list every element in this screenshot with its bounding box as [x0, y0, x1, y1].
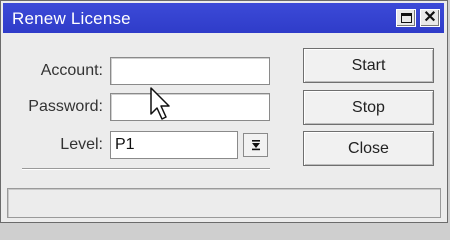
maximize-icon: [400, 13, 412, 23]
renew-license-window: Renew License ✕ Account: Password: Level…: [0, 0, 448, 223]
close-icon: ✕: [423, 8, 437, 26]
title-bar[interactable]: Renew License ✕: [3, 3, 444, 33]
close-window-button[interactable]: ✕: [420, 9, 440, 27]
account-label: Account:: [40, 62, 103, 79]
maximize-button[interactable]: [396, 9, 416, 27]
stop-button[interactable]: Stop: [303, 90, 434, 125]
password-label: Password:: [28, 98, 103, 115]
level-select[interactable]: P1: [110, 131, 270, 159]
dropdown-arrow-icon: [251, 140, 260, 151]
password-field[interactable]: [110, 93, 270, 121]
status-bar: [7, 188, 441, 218]
level-label: Level:: [60, 136, 103, 153]
account-field[interactable]: [110, 57, 270, 85]
form-divider: [22, 168, 270, 170]
level-select-value[interactable]: P1: [110, 131, 238, 159]
level-dropdown-button[interactable]: [243, 133, 268, 157]
close-button[interactable]: Close: [303, 131, 434, 166]
start-button[interactable]: Start: [303, 48, 434, 83]
window-title: Renew License: [12, 9, 131, 28]
mouse-cursor-icon: [150, 87, 170, 120]
